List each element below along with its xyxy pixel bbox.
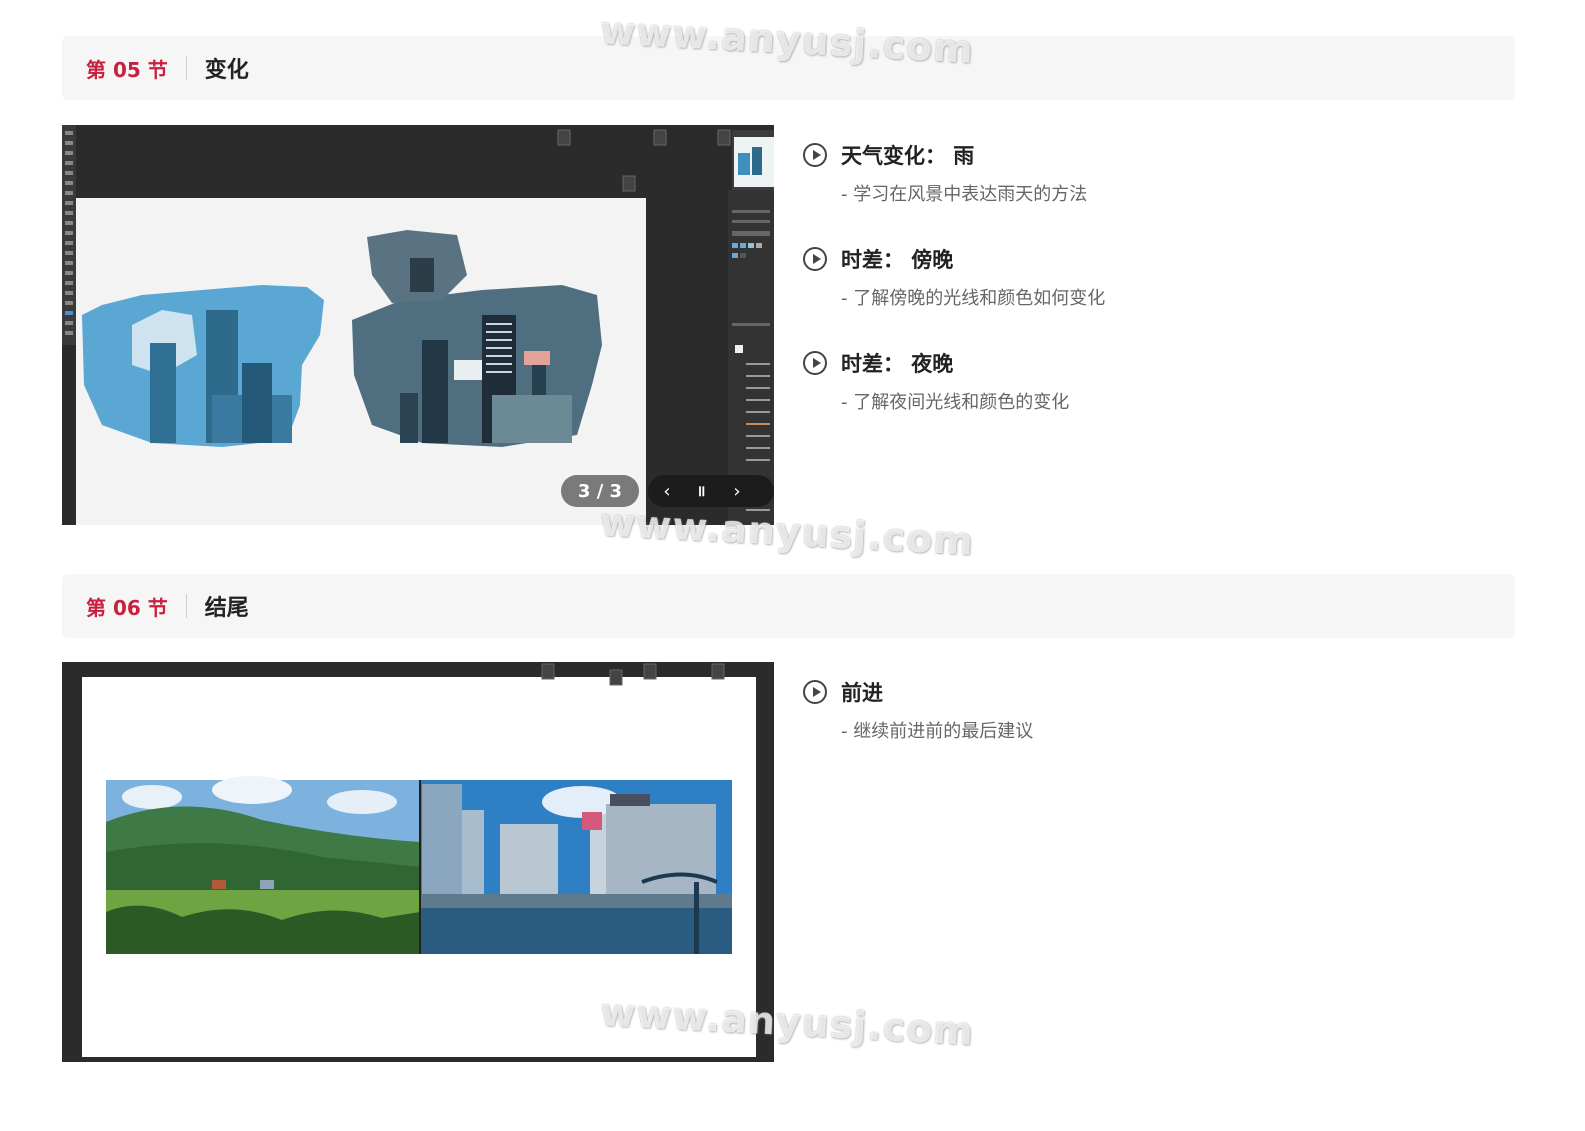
lesson-preview-image-05[interactable]: 3 / 3 ‹ ॥ › [62,125,774,525]
slide-counter: 3 / 3 [561,475,639,507]
lesson-title[interactable]: 时差： 傍晚 [841,244,953,274]
play-icon[interactable] [803,680,827,704]
lesson-title[interactable]: 前进 [841,677,883,707]
painting-app-screenshot [62,125,774,525]
header-divider [185,56,187,80]
header-divider [185,594,187,618]
section-title: 变化 [204,58,249,83]
play-icon[interactable] [803,247,827,271]
lesson-description: - 了解傍晚的光线和颜色如何变化 [841,288,1106,309]
prev-slide-button[interactable]: ‹ [654,475,680,507]
pause-slideshow-button[interactable]: ॥ [688,475,714,507]
lesson-title[interactable]: 时差： 夜晚 [841,348,953,378]
lesson-item[interactable]: 时差： 傍晚 - 了解傍晚的光线和颜色如何变化 [803,244,1105,310]
section-number: 第 05 节 [86,57,168,82]
play-icon[interactable] [803,351,827,375]
lesson-title[interactable]: 天气变化： 雨 [841,140,974,170]
lesson-description: - 了解夜间光线和颜色的变化 [841,392,1070,413]
section-number: 第 06 节 [86,595,168,620]
lesson-preview-image-06[interactable] [62,662,774,1062]
section-header-06: 第 06 节 结尾 [62,574,1515,638]
play-icon[interactable] [803,143,827,167]
lesson-list-05: 天气变化： 雨 - 学习在风景中表达雨天的方法 时差： 傍晚 - 了解傍晚的光线… [803,140,1105,452]
section-title: 结尾 [204,596,249,621]
lesson-description: - 学习在风景中表达雨天的方法 [841,184,1088,205]
lesson-item[interactable]: 时差： 夜晚 - 了解夜间光线和颜色的变化 [803,348,1105,414]
landscape-painting-screenshot [82,663,756,1057]
next-slide-button[interactable]: › [724,475,750,507]
lesson-list-06: 前进 - 继续前进前的最后建议 [803,677,1033,781]
section-header-05: 第 05 节 变化 [62,36,1515,100]
lesson-description: - 继续前进前的最后建议 [841,721,1034,742]
lesson-item[interactable]: 天气变化： 雨 - 学习在风景中表达雨天的方法 [803,140,1105,206]
lesson-item[interactable]: 前进 - 继续前进前的最后建议 [803,677,1033,743]
